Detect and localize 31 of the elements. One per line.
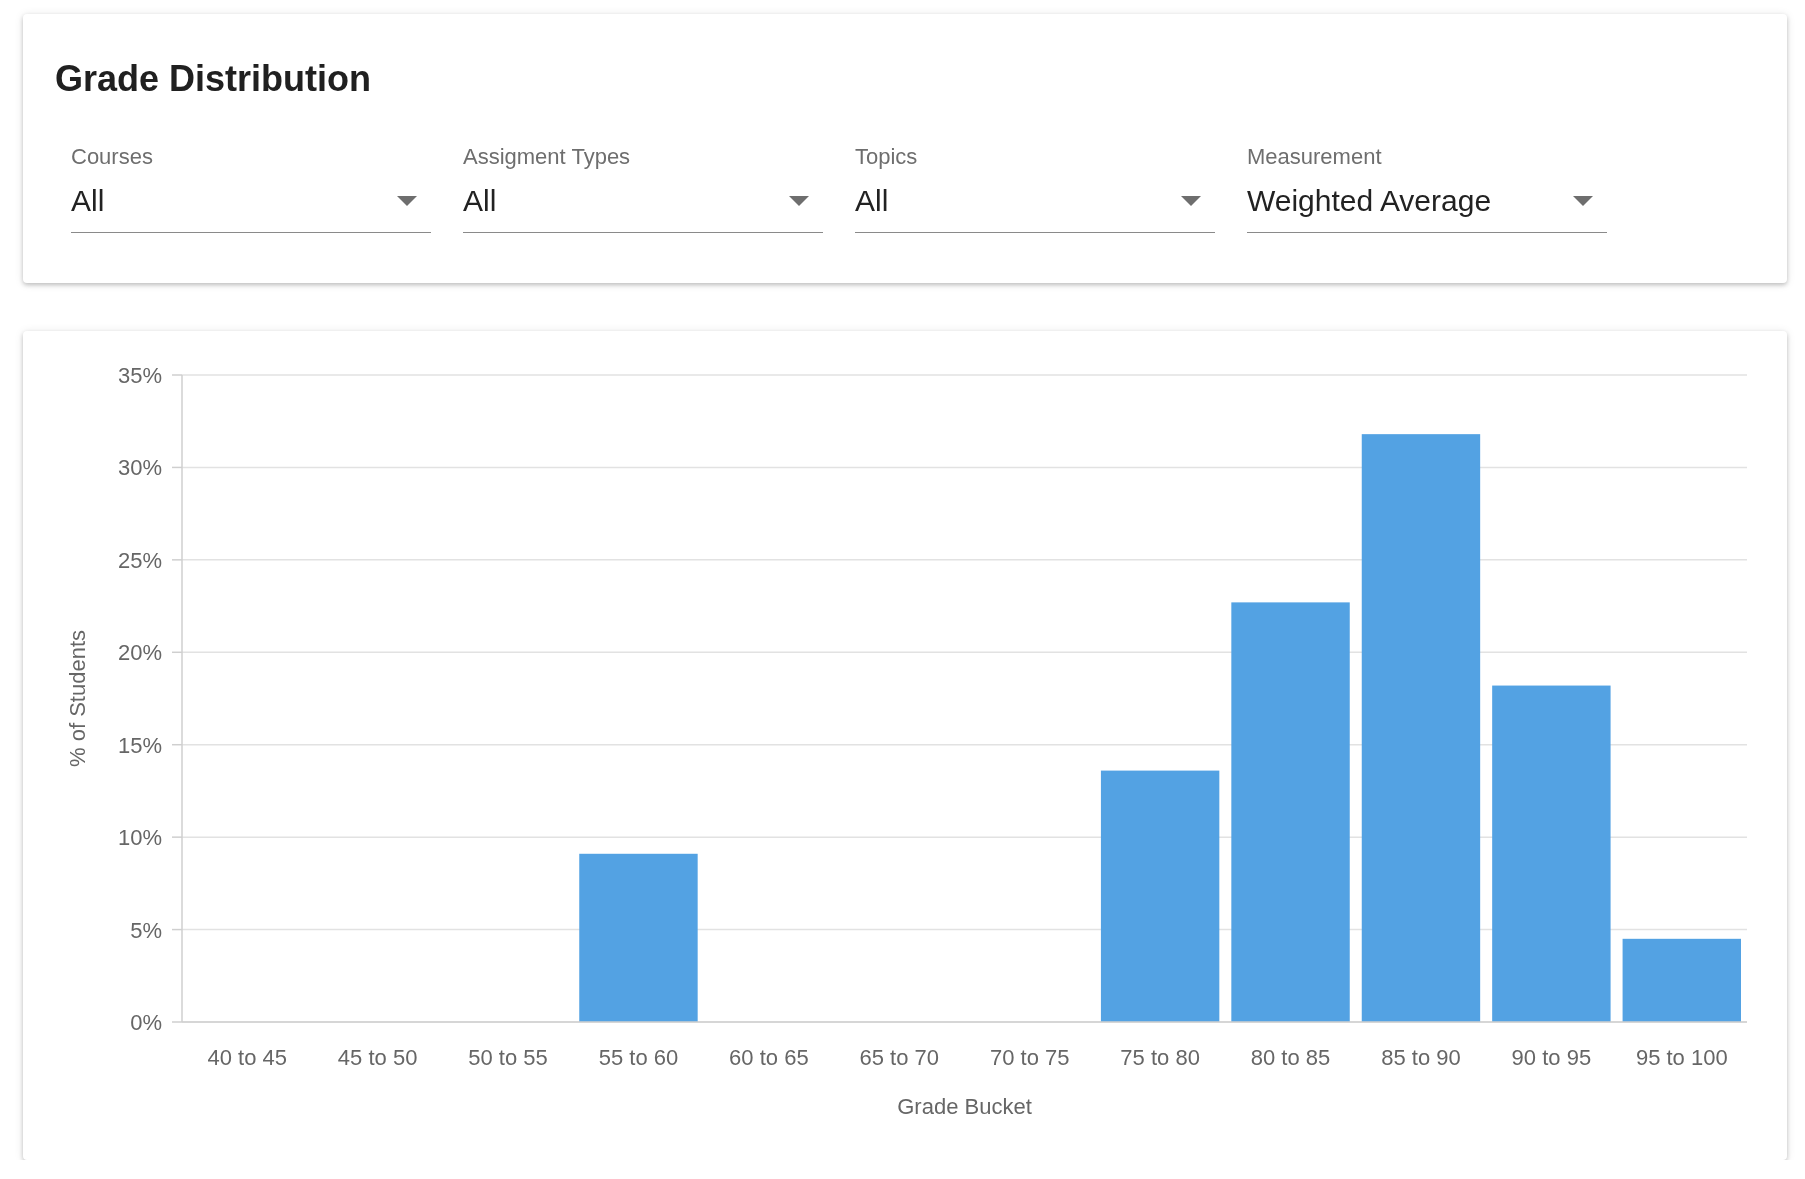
dropdown-field[interactable]: Assigment Types All xyxy=(463,144,823,233)
caret-icon xyxy=(1181,196,1201,206)
page-title: Grade Distribution xyxy=(55,58,373,100)
y-tick-label: 10% xyxy=(117,825,162,851)
x-tick-label: 75 to 80 xyxy=(1120,1045,1200,1070)
x-tick-label: 70 to 75 xyxy=(989,1045,1070,1070)
x-tick-label: 50 to 55 xyxy=(468,1045,548,1070)
caret-icon xyxy=(789,196,809,206)
caret-icon xyxy=(1573,196,1593,206)
x-tick-label: 65 to 70 xyxy=(859,1045,940,1070)
y-axis-title: % of Students xyxy=(65,630,90,767)
x-tick-label: 60 to 65 xyxy=(729,1045,809,1070)
x-axis-title: Grade Bucket xyxy=(897,1094,1032,1119)
y-tick-label: 20% xyxy=(117,640,162,666)
x-tick-label: 55 to 60 xyxy=(598,1045,679,1070)
x-tick-label: 80 to 85 xyxy=(1250,1045,1331,1070)
x-tick-label: 90 to 95 xyxy=(1511,1045,1592,1070)
y-tick-label: 25% xyxy=(117,547,162,573)
dropdown-field[interactable]: Topics All xyxy=(855,144,1215,233)
x-tick-label: 40 to 45 xyxy=(207,1045,287,1070)
caret-icon xyxy=(397,196,417,206)
y-tick-label: 35% xyxy=(117,363,162,388)
x-tick-label: 45 to 50 xyxy=(337,1045,418,1070)
y-tick-label: 15% xyxy=(117,732,162,758)
x-tick-label: 85 to 90 xyxy=(1381,1045,1461,1070)
dropdown-field[interactable]: Courses All xyxy=(71,144,431,233)
x-tick-label: 95 to 100 xyxy=(1635,1045,1728,1070)
dropdown-field[interactable]: Measurement Weighted Average xyxy=(1247,144,1607,233)
y-tick-label: 5% xyxy=(130,917,162,943)
y-tick-label: 0% xyxy=(130,1010,162,1035)
y-tick-label: 30% xyxy=(117,455,162,481)
